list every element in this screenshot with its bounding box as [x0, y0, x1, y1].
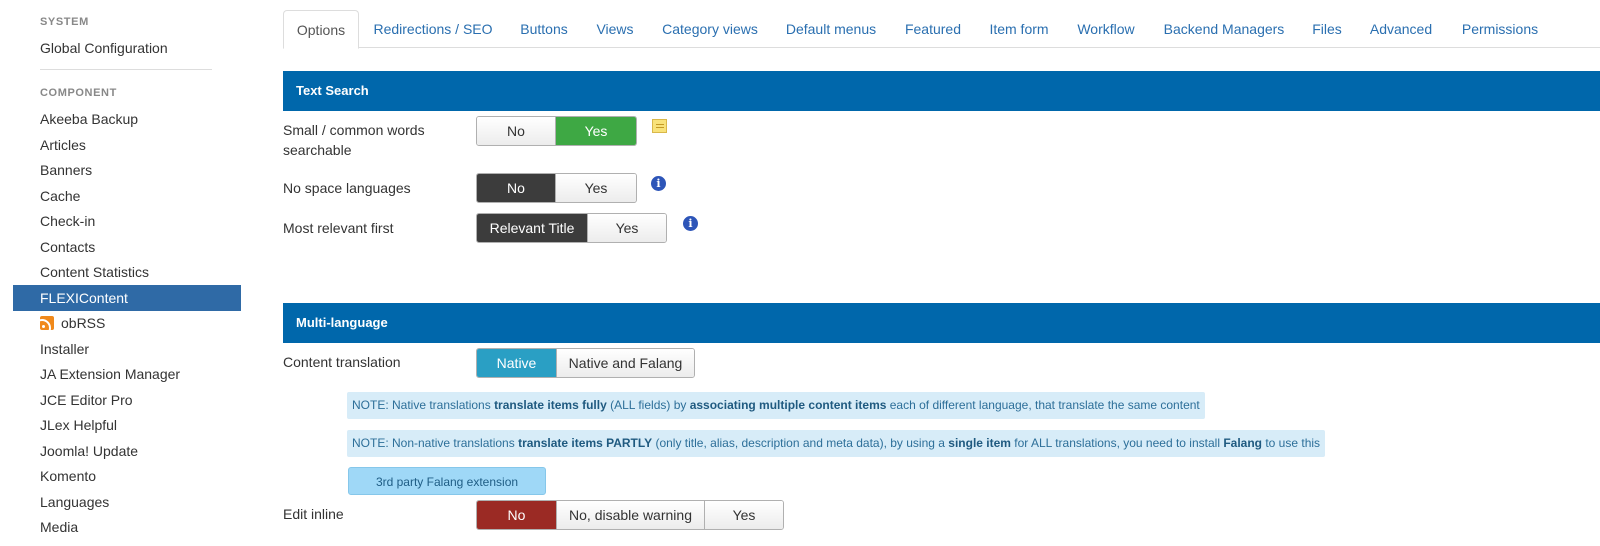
- note-bold: translate items fully: [494, 398, 607, 412]
- rss-icon: [40, 316, 54, 330]
- sidebar-item-ja-extension-manager[interactable]: JA Extension Manager: [13, 361, 241, 387]
- content-translation-toggle: Native Native and Falang: [476, 348, 695, 378]
- label-line: Small / common words: [283, 122, 425, 138]
- sidebar-item-obrss[interactable]: obRSS: [13, 310, 241, 336]
- relevant-title-button[interactable]: Relevant Title: [477, 214, 588, 242]
- most-relevant-yes-button[interactable]: Yes: [588, 214, 666, 242]
- options-tabs: Options Redirections / SEO Buttons Views…: [283, 10, 1600, 49]
- tab-redirections-seo[interactable]: Redirections / SEO: [372, 10, 494, 48]
- label-small-common-words: Small / common words searchable: [283, 120, 425, 160]
- no-space-no-button[interactable]: No: [477, 174, 556, 202]
- sidebar-heading-component: COMPONENT: [40, 87, 117, 99]
- label-no-space-languages: No space languages: [283, 180, 411, 196]
- sidebar-item-global-configuration[interactable]: Global Configuration: [13, 35, 241, 61]
- note-text: to use this: [1262, 436, 1321, 450]
- non-native-translation-note: NOTE: Non-native translations translate …: [347, 430, 1326, 457]
- native-translation-note: NOTE: Native translations translate item…: [347, 392, 1205, 419]
- sidebar-item-akeeba-backup[interactable]: Akeeba Backup: [13, 106, 241, 132]
- edit-inline-no-disable-warning-button[interactable]: No, disable warning: [557, 501, 705, 529]
- tab-advanced[interactable]: Advanced: [1369, 10, 1433, 48]
- tab-category-views[interactable]: Category views: [661, 10, 759, 48]
- tab-default-menus[interactable]: Default menus: [785, 10, 877, 48]
- edit-inline-yes-button[interactable]: Yes: [705, 501, 783, 529]
- falang-extension-button[interactable]: 3rd party Falang extension: [348, 467, 546, 495]
- sidebar-item-cache[interactable]: Cache: [13, 183, 241, 209]
- sidebar: SYSTEM Global Configuration COMPONENT Ak…: [0, 0, 250, 546]
- tab-workflow[interactable]: Workflow: [1076, 10, 1136, 48]
- sidebar-item-content-statistics[interactable]: Content Statistics: [13, 259, 241, 285]
- tab-views[interactable]: Views: [595, 10, 635, 48]
- edit-inline-no-button[interactable]: No: [477, 501, 557, 529]
- sidebar-item-jlex-helpful[interactable]: JLex Helpful: [13, 412, 241, 438]
- sidebar-item-contacts[interactable]: Contacts: [13, 234, 241, 260]
- small-words-toggle: No Yes: [476, 116, 637, 146]
- note-bold: single item: [948, 436, 1011, 450]
- sidebar-item-label: obRSS: [61, 315, 106, 331]
- no-space-languages-toggle: No Yes: [476, 173, 637, 203]
- sidebar-item-flexicontent[interactable]: FLEXIContent: [13, 285, 241, 311]
- note-bold: associating multiple content items: [689, 398, 887, 412]
- section-text-search: Text Search: [283, 71, 1600, 111]
- note-text: NOTE: Native translations: [352, 398, 495, 412]
- tab-buttons[interactable]: Buttons: [519, 10, 569, 48]
- label-edit-inline: Edit inline: [283, 506, 344, 522]
- sidebar-item-installer[interactable]: Installer: [13, 336, 241, 362]
- note-text: each of different language, that transla…: [886, 398, 1200, 412]
- sidebar-divider: [40, 69, 212, 70]
- tab-featured[interactable]: Featured: [903, 10, 963, 48]
- native-and-falang-button[interactable]: Native and Falang: [557, 349, 694, 377]
- tab-backend-managers[interactable]: Backend Managers: [1162, 10, 1286, 48]
- sidebar-item-joomla-update[interactable]: Joomla! Update: [13, 438, 241, 464]
- sidebar-item-articles[interactable]: Articles: [13, 132, 241, 158]
- label-content-translation: Content translation: [283, 354, 401, 370]
- section-multi-language: Multi-language: [283, 303, 1600, 343]
- small-words-no-button[interactable]: No: [477, 117, 556, 145]
- sidebar-item-check-in[interactable]: Check-in: [13, 208, 241, 234]
- sidebar-item-banners[interactable]: Banners: [13, 157, 241, 183]
- native-button[interactable]: Native: [477, 349, 557, 377]
- tab-files[interactable]: Files: [1311, 10, 1343, 48]
- small-words-yes-button[interactable]: Yes: [556, 117, 636, 145]
- sidebar-item-media[interactable]: Media: [13, 514, 241, 540]
- info-icon[interactable]: i: [651, 176, 666, 191]
- info-icon[interactable]: i: [683, 216, 698, 231]
- note-icon[interactable]: [652, 119, 667, 133]
- most-relevant-toggle: Relevant Title Yes: [476, 213, 667, 243]
- tab-item-form[interactable]: Item form: [988, 10, 1050, 48]
- note-bold: Falang: [1223, 436, 1262, 450]
- sidebar-item-jce-editor-pro[interactable]: JCE Editor Pro: [13, 387, 241, 413]
- note-text: (ALL fields) by: [606, 398, 690, 412]
- no-space-yes-button[interactable]: Yes: [556, 174, 636, 202]
- note-text: (only title, alias, description and meta…: [652, 436, 949, 450]
- tab-permissions[interactable]: Permissions: [1460, 10, 1540, 48]
- note-text: NOTE: Non-native translations: [352, 436, 519, 450]
- note-bold: translate items PARTLY: [518, 436, 653, 450]
- label-line: searchable: [283, 142, 352, 158]
- tab-options[interactable]: Options: [283, 10, 359, 49]
- label-most-relevant-first: Most relevant first: [283, 220, 394, 236]
- sidebar-heading-system: SYSTEM: [40, 16, 89, 28]
- note-text: for ALL translations, you need to instal…: [1010, 436, 1224, 450]
- sidebar-item-komento[interactable]: Komento: [13, 463, 241, 489]
- edit-inline-toggle: No No, disable warning Yes: [476, 500, 784, 530]
- sidebar-item-languages[interactable]: Languages: [13, 489, 241, 515]
